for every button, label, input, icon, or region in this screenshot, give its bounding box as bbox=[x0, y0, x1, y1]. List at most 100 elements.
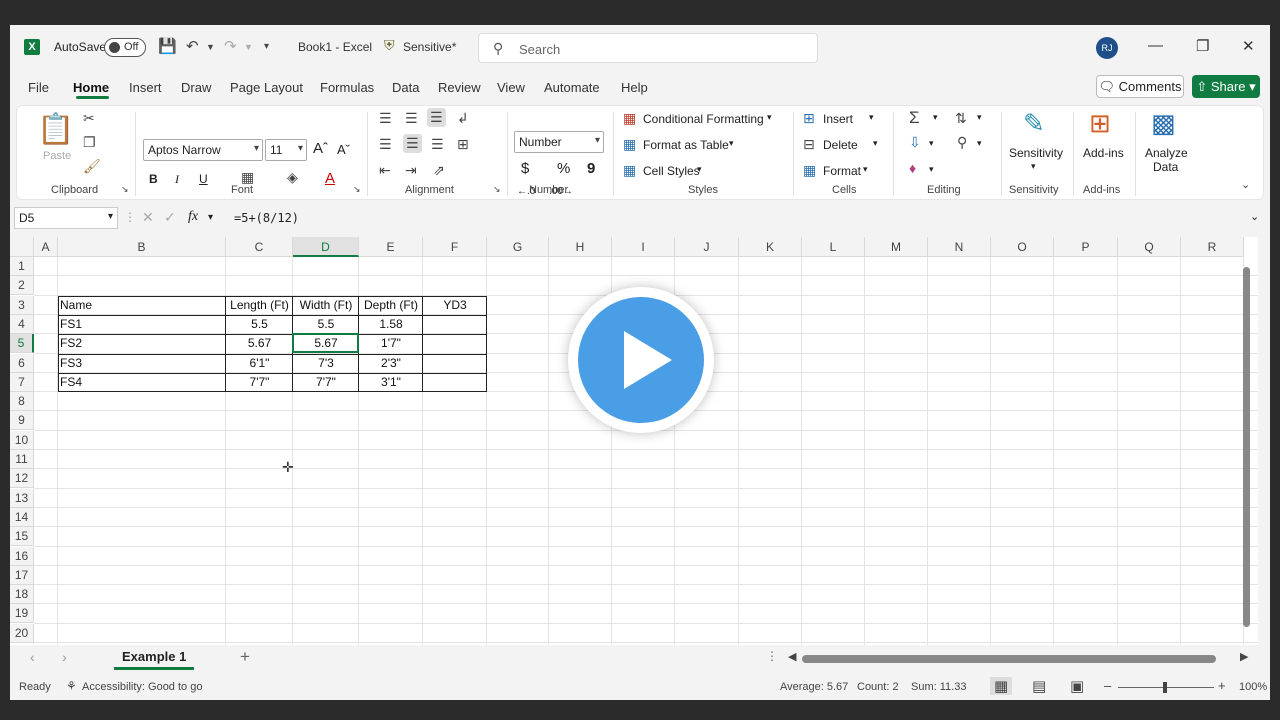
next-sheet-icon[interactable]: › bbox=[62, 649, 67, 665]
sheet-tab-example-1[interactable]: Example 1 bbox=[114, 649, 195, 670]
more-options-icon[interactable]: ⋮ bbox=[766, 649, 778, 663]
row-header-20[interactable]: 20 bbox=[10, 623, 34, 643]
tab-data[interactable]: Data bbox=[392, 80, 419, 95]
chevron-down-icon[interactable]: ▾ bbox=[697, 164, 702, 175]
table-header-cell[interactable]: Width (Ft) bbox=[295, 296, 357, 315]
wrap-text-icon[interactable]: ↲ bbox=[457, 110, 469, 127]
column-header-d[interactable]: D bbox=[293, 237, 359, 257]
sensitivity-label[interactable]: Sensitive* bbox=[403, 40, 456, 54]
decrease-indent-icon[interactable]: ⇤ bbox=[379, 162, 391, 179]
chevron-down-icon[interactable]: ▾ bbox=[977, 112, 982, 123]
row-header-13[interactable]: 13 bbox=[10, 488, 34, 508]
conditional-formatting-icon[interactable]: ▦ bbox=[623, 110, 636, 127]
chevron-down-icon[interactable]: ▾ bbox=[929, 138, 934, 149]
fill-icon[interactable]: ⇩ bbox=[909, 134, 921, 151]
table-cell[interactable]: 1'7" bbox=[361, 334, 421, 353]
column-header-o[interactable]: O bbox=[991, 237, 1054, 257]
chevron-down-icon[interactable]: ▾ bbox=[873, 138, 878, 149]
row-header-17[interactable]: 17 bbox=[10, 565, 34, 585]
column-header-f[interactable]: F bbox=[423, 237, 487, 257]
table-header-cell[interactable]: Length (Ft) bbox=[228, 296, 291, 315]
row-header-7[interactable]: 7 bbox=[10, 372, 34, 392]
more-options-icon[interactable]: ⋮ bbox=[124, 210, 136, 224]
column-header-l[interactable]: L bbox=[802, 237, 865, 257]
table-cell[interactable]: 6'1" bbox=[228, 354, 291, 373]
table-cell[interactable]: FS2 bbox=[60, 334, 224, 353]
column-header-k[interactable]: K bbox=[739, 237, 802, 257]
formula-input[interactable]: =5+(8/12) bbox=[234, 211, 299, 225]
analyze-data-icon[interactable]: ▩ bbox=[1151, 108, 1176, 139]
accessibility-status[interactable]: Accessibility: Good to go bbox=[82, 681, 202, 693]
row-header-6[interactable]: 6 bbox=[10, 353, 34, 373]
row-header-1[interactable]: 1 bbox=[10, 257, 34, 276]
align-right-icon[interactable]: ☰ bbox=[431, 136, 444, 153]
page-layout-view-icon[interactable]: ▤ bbox=[1032, 677, 1046, 695]
insert-cells-icon[interactable]: ⊞ bbox=[803, 110, 815, 127]
clipboard-launcher-icon[interactable]: ↘ bbox=[121, 184, 129, 195]
comments-button[interactable]: 🗨 Comments bbox=[1096, 75, 1184, 98]
increase-indent-icon[interactable]: ⇥ bbox=[405, 162, 417, 179]
table-header-cell[interactable]: YD3 bbox=[425, 296, 485, 315]
font-size-combo[interactable]: 11 ▾ bbox=[265, 139, 307, 161]
undo-icon[interactable]: ↶ bbox=[186, 37, 199, 55]
italic-button[interactable]: I bbox=[175, 172, 179, 187]
underline-button[interactable]: U bbox=[199, 172, 208, 186]
expand-formula-bar-icon[interactable]: ⌄ bbox=[1250, 210, 1259, 223]
align-top-icon[interactable]: ☰ bbox=[379, 110, 392, 127]
video-play-button[interactable] bbox=[568, 287, 714, 433]
scroll-right-icon[interactable]: ▶ bbox=[1240, 650, 1248, 663]
row-header-12[interactable]: 12 bbox=[10, 469, 34, 489]
row-header-3[interactable]: 3 bbox=[10, 295, 34, 315]
chevron-down-icon[interactable]: ▾ bbox=[1031, 161, 1036, 172]
column-header-m[interactable]: M bbox=[865, 237, 928, 257]
select-all-corner[interactable] bbox=[10, 237, 34, 257]
fill-color-icon[interactable]: ◈ bbox=[287, 169, 298, 186]
row-header-19[interactable]: 19 bbox=[10, 604, 34, 624]
search-box[interactable]: ⚲ Search bbox=[478, 33, 818, 63]
insert-cells-button[interactable]: Insert bbox=[823, 112, 853, 126]
table-cell[interactable]: 7'3 bbox=[295, 354, 357, 373]
horizontal-scrollbar[interactable] bbox=[802, 655, 1216, 663]
cell-styles-icon[interactable]: ▦ bbox=[623, 162, 636, 179]
table-cell[interactable]: FS1 bbox=[60, 315, 224, 334]
add-sheet-icon[interactable]: + bbox=[240, 647, 250, 667]
add-ins-button[interactable]: Add-ins bbox=[1083, 146, 1124, 160]
font-name-combo[interactable]: Aptos Narrow ▾ bbox=[143, 139, 263, 161]
tab-home[interactable]: Home bbox=[73, 80, 109, 95]
font-color-icon[interactable]: A bbox=[325, 170, 335, 187]
close-icon[interactable]: ✕ bbox=[1242, 37, 1255, 55]
align-left-icon[interactable]: ☰ bbox=[379, 136, 392, 153]
enter-icon[interactable]: ✓ bbox=[164, 209, 176, 226]
restore-icon[interactable]: ❐ bbox=[1196, 37, 1209, 55]
autosum-icon[interactable]: Σ bbox=[909, 108, 920, 128]
column-header-c[interactable]: C bbox=[226, 237, 293, 257]
align-bottom-icon[interactable]: ☰ bbox=[427, 108, 446, 127]
sort-filter-icon[interactable]: ⇅ bbox=[955, 110, 967, 127]
table-cell[interactable]: 7'7" bbox=[228, 373, 291, 392]
table-header-cell[interactable]: Depth (Ft) bbox=[361, 296, 421, 315]
table-cell[interactable] bbox=[425, 373, 485, 392]
table-cell[interactable] bbox=[425, 315, 485, 334]
row-header-18[interactable]: 18 bbox=[10, 585, 34, 605]
table-cell[interactable]: FS4 bbox=[60, 373, 224, 392]
cut-icon[interactable]: ✂ bbox=[83, 110, 95, 127]
table-cell[interactable]: 1.58 bbox=[361, 315, 421, 334]
zoom-level[interactable]: 100% bbox=[1239, 681, 1267, 693]
delete-cells-icon[interactable]: ⊟ bbox=[803, 136, 815, 153]
table-cell[interactable]: 2'3" bbox=[361, 354, 421, 373]
find-select-icon[interactable]: ⚲ bbox=[957, 134, 967, 151]
table-cell[interactable]: 5.67 bbox=[228, 334, 291, 353]
table-cell[interactable]: FS3 bbox=[60, 354, 224, 373]
sensitivity-icon[interactable]: ✎ bbox=[1023, 108, 1045, 139]
prev-sheet-icon[interactable]: ‹ bbox=[30, 649, 35, 665]
delete-cells-button[interactable]: Delete bbox=[823, 138, 858, 152]
chevron-down-icon[interactable]: ▾ bbox=[767, 112, 772, 123]
align-center-icon[interactable]: ☰ bbox=[403, 134, 422, 153]
column-header-a[interactable]: A bbox=[34, 237, 58, 257]
conditional-formatting-button[interactable]: Conditional Formatting bbox=[643, 112, 764, 126]
row-header-11[interactable]: 11 bbox=[10, 450, 34, 469]
percent-icon[interactable]: % bbox=[557, 160, 570, 177]
tab-insert[interactable]: Insert bbox=[129, 80, 162, 95]
format-painter-icon[interactable]: 🖌 bbox=[83, 158, 101, 175]
normal-view-icon[interactable]: ▦ bbox=[990, 677, 1013, 695]
